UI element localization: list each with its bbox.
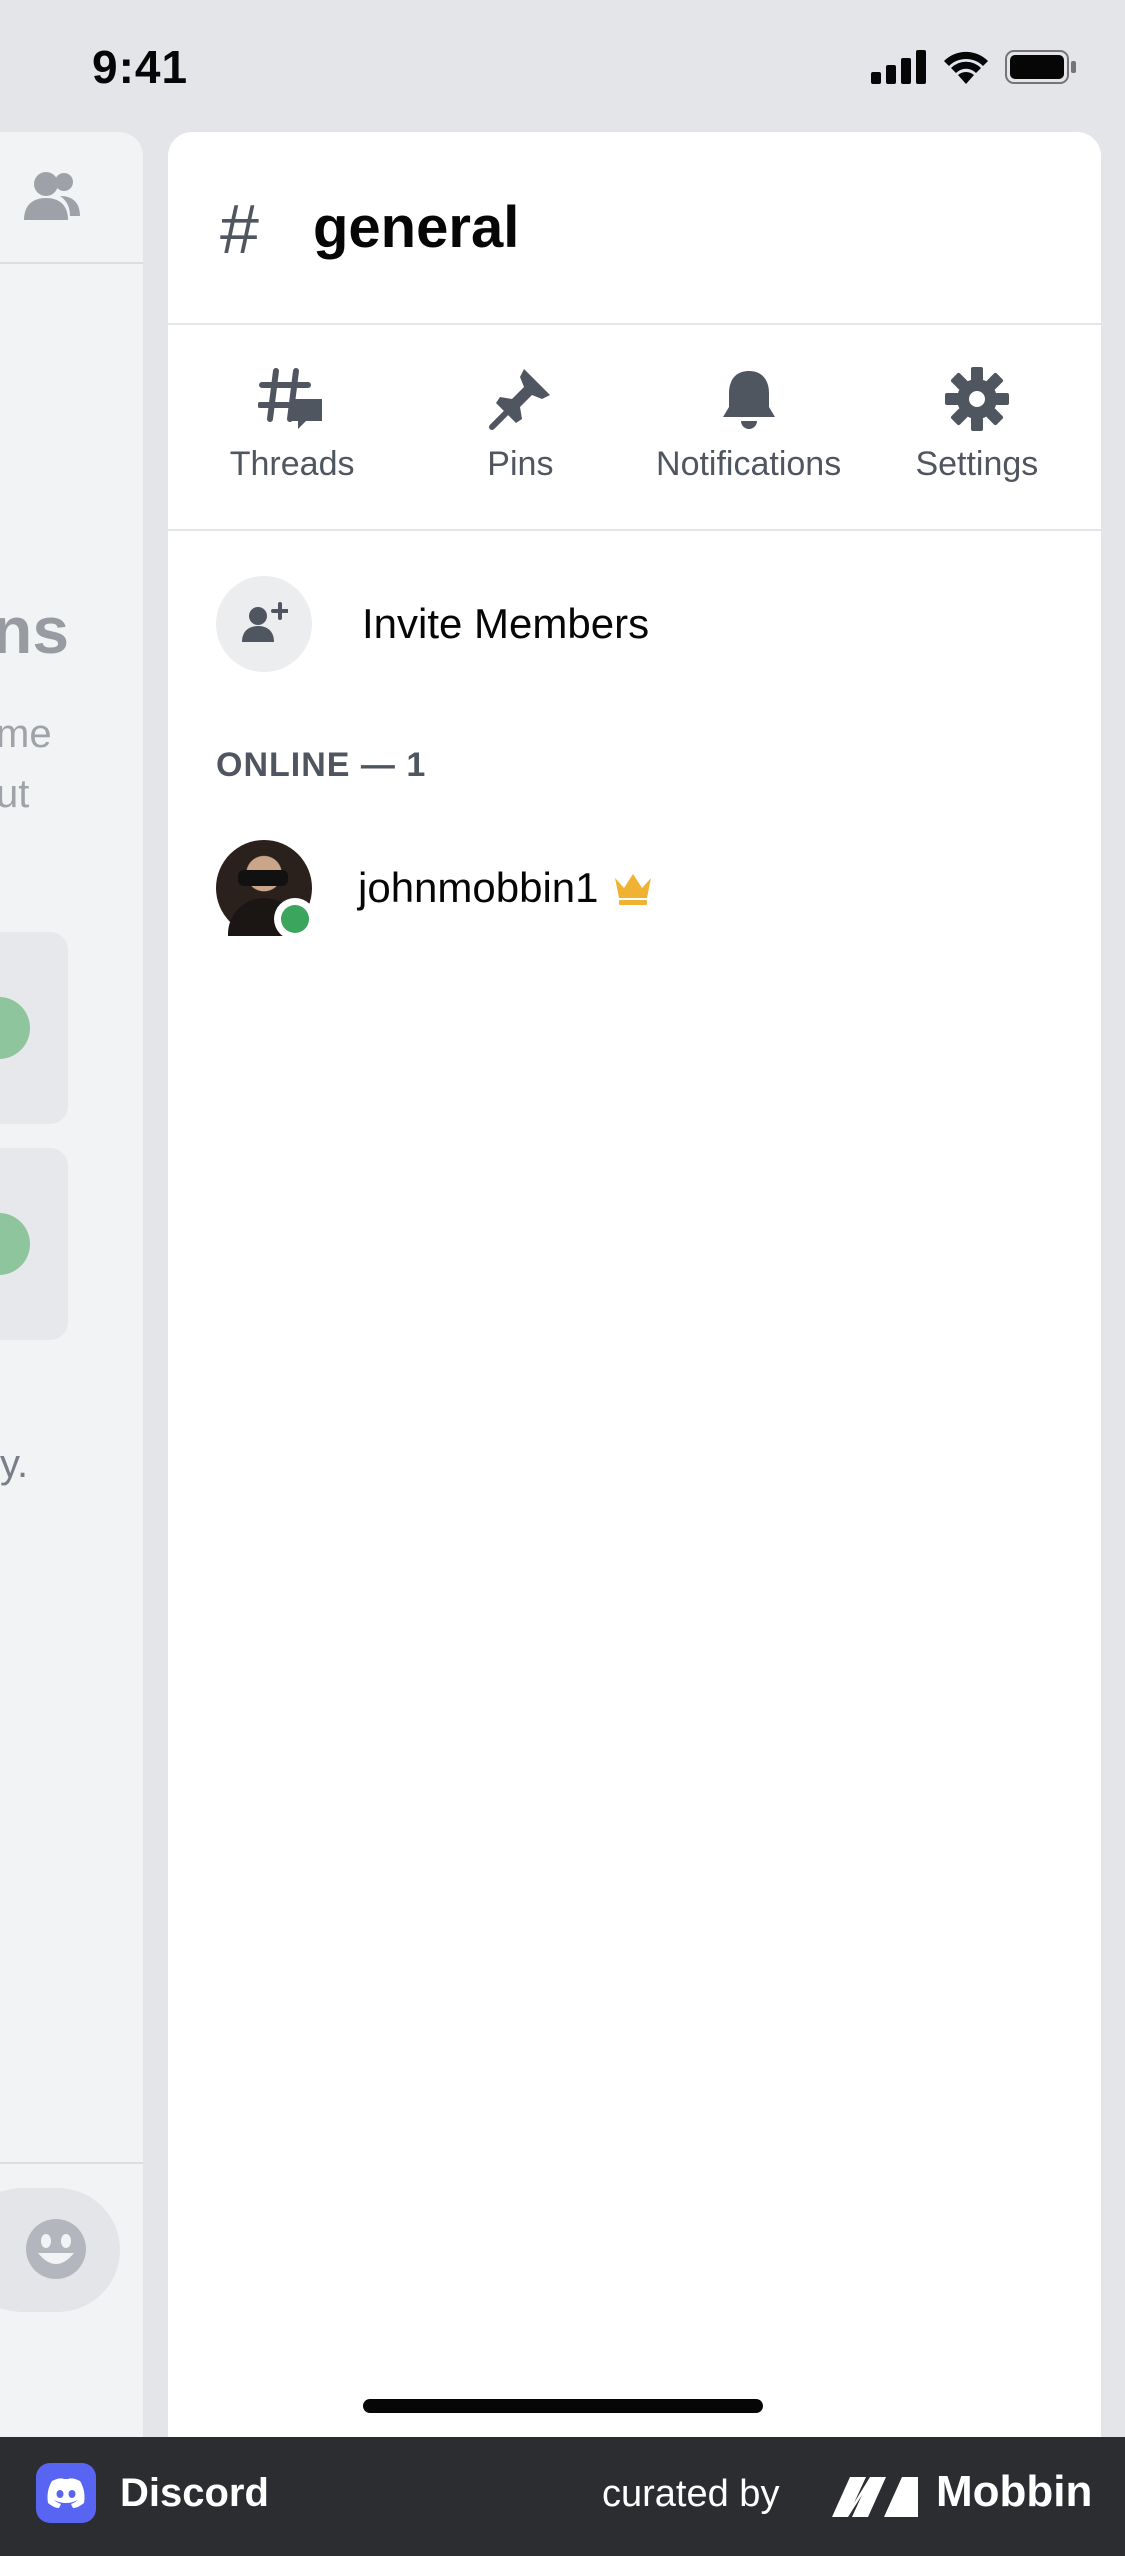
threads-label: Threads [229, 445, 355, 483]
background-header [0, 132, 143, 264]
members-icon[interactable] [20, 168, 84, 224]
pins-label: Pins [487, 445, 554, 483]
pins-button[interactable]: Pins [415, 327, 625, 529]
bell-icon [715, 365, 783, 433]
cellular-signal-icon [871, 50, 926, 84]
background-text-fragment: me [0, 712, 52, 756]
background-heading-fragment: ns [0, 593, 70, 667]
status-icons [871, 50, 1077, 84]
notifications-label: Notifications [656, 445, 842, 483]
pin-icon [486, 365, 554, 433]
settings-label: Settings [915, 445, 1039, 483]
wifi-icon [944, 51, 988, 84]
crown-icon [614, 874, 651, 905]
settings-button[interactable]: Settings [872, 327, 1082, 529]
battery-icon [1005, 50, 1076, 84]
mobbin-logo-icon [832, 2477, 918, 2517]
channel-members-panel: # general Threads Pins Notifications Set… [168, 132, 1101, 2437]
channel-actions-bar: Threads Pins Notifications Settings [168, 327, 1101, 531]
status-bar: 9:41 [0, 0, 1125, 135]
invite-members-label: Invite Members [362, 600, 650, 647]
channel-header: # general [168, 132, 1101, 325]
avatar [216, 840, 316, 940]
background-channel-pane[interactable]: ns me ut y. [0, 132, 143, 2437]
threads-icon [258, 365, 326, 433]
status-time: 9:41 [92, 41, 189, 93]
gear-icon [943, 365, 1011, 433]
member-name: johnmobbin1 [358, 864, 599, 911]
divider [0, 2162, 143, 2164]
threads-button[interactable]: Threads [187, 327, 397, 529]
member-list-item[interactable]: johnmobbin1 [216, 840, 653, 940]
background-text-fragment: ut [0, 772, 30, 816]
emoji-icon[interactable] [24, 2217, 88, 2281]
footer-app-name: Discord [120, 2471, 269, 2515]
background-text-fragment: y. [0, 1442, 29, 1486]
online-status-icon [274, 898, 316, 940]
footer-curated-by: curated by [602, 2473, 780, 2515]
home-indicator [363, 2399, 763, 2413]
footer-brand: Mobbin [936, 2467, 1093, 2516]
notifications-button[interactable]: Notifications [644, 327, 854, 529]
footer-banner: Discord curated by Mobbin [0, 2437, 1125, 2556]
discord-logo-icon [36, 2463, 96, 2523]
channel-hash-icon: # [220, 190, 259, 268]
online-section-header: ONLINE — 1 [216, 746, 427, 784]
invite-members-button[interactable]: Invite Members [216, 576, 649, 672]
add-person-icon [216, 576, 312, 672]
channel-name: general [313, 195, 520, 260]
